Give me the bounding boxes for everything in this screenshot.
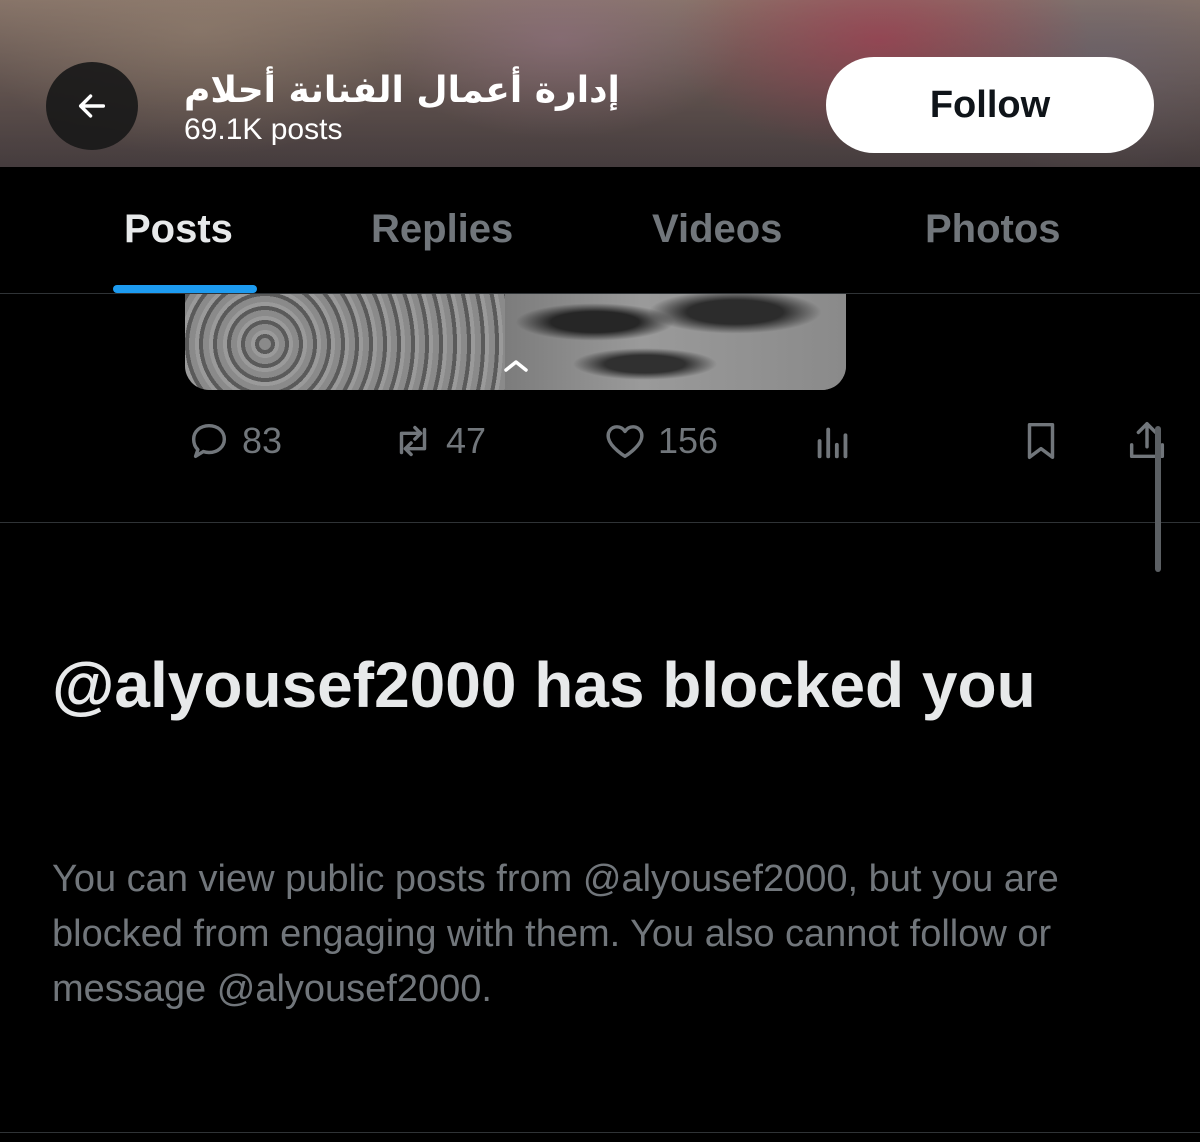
share-icon — [1129, 422, 1165, 459]
back-button[interactable] — [46, 62, 138, 150]
heart-icon — [606, 425, 644, 459]
divider — [0, 1132, 1200, 1133]
post-count: 69.1K posts — [184, 113, 343, 146]
blocked-message: You can view public posts from @alyousef… — [52, 858, 1059, 1010]
media-image-part — [505, 294, 846, 390]
tab-photos[interactable]: Photos — [925, 207, 1061, 252]
like-count: 156 — [658, 420, 719, 461]
repost-count: 47 — [446, 420, 487, 461]
profile-page: إدارة أعمال الفنانة أحلام 69.1K posts Fo… — [0, 0, 1200, 1142]
bookmark-icon — [1027, 422, 1055, 460]
bookmark-button[interactable] — [1018, 418, 1064, 464]
like-button[interactable]: 156 — [602, 418, 718, 464]
profile-header: إدارة أعمال الفنانة أحلام 69.1K posts Fo… — [0, 0, 1200, 167]
scrollbar[interactable] — [1155, 426, 1161, 572]
profile-name: إدارة أعمال الفنانة أحلام — [184, 70, 620, 111]
analytics-icon — [817, 427, 848, 459]
reply-button[interactable]: 83 — [186, 418, 282, 464]
profile-tabs: Posts Replies Videos Photos — [0, 167, 1200, 294]
share-button[interactable] — [1124, 418, 1170, 464]
repost-icon — [399, 425, 427, 457]
post-media-image[interactable] — [185, 294, 846, 390]
active-tab-indicator — [113, 285, 257, 293]
divider — [0, 522, 1200, 523]
repost-button[interactable]: 47 — [390, 418, 486, 464]
blocked-title: @alyousef2000 has blocked you — [52, 649, 1036, 721]
follow-button[interactable]: Follow — [826, 57, 1154, 153]
tab-replies[interactable]: Replies — [371, 207, 513, 252]
reply-icon — [191, 423, 227, 459]
chevron-up-icon — [504, 360, 528, 372]
tab-posts[interactable]: Posts — [124, 207, 233, 252]
tab-videos[interactable]: Videos — [652, 207, 782, 252]
arrow-left-icon — [78, 94, 106, 118]
profile-title: إدارة أعمال الفنانة أحلام 69.1K posts — [184, 70, 704, 148]
post-actions: 83 47 156 — [0, 410, 1200, 474]
analytics-button[interactable] — [810, 418, 856, 464]
reply-count: 83 — [242, 420, 283, 461]
